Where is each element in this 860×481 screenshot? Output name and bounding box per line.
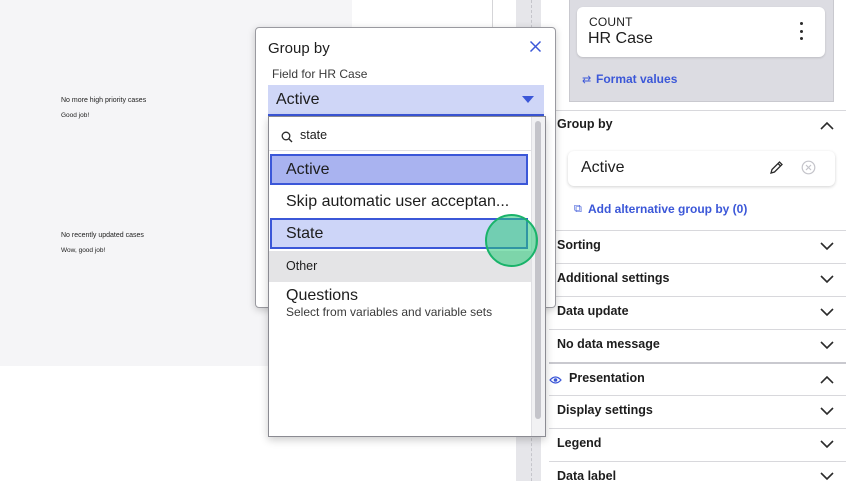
no-data-message-section-title[interactable]: No data message	[557, 337, 660, 351]
chevron-down-icon[interactable]	[820, 308, 834, 318]
widget-empty-title: No recently updated cases	[61, 232, 144, 239]
section-divider	[549, 461, 846, 462]
section-divider	[549, 296, 846, 297]
additional-settings-section-title[interactable]: Additional settings	[557, 271, 670, 285]
widget-empty-title: No more high priority cases	[61, 97, 147, 104]
chevron-down-icon[interactable]	[820, 242, 834, 252]
field-select-value: Active	[276, 91, 320, 108]
section-divider	[549, 230, 846, 231]
dropdown-group-header-label: Other	[286, 259, 318, 273]
chevron-down-icon[interactable]	[820, 472, 834, 481]
dropdown-option-label: Skip automatic user acceptan...	[286, 193, 510, 210]
section-divider	[549, 395, 846, 396]
section-divider	[549, 362, 846, 364]
eye-icon	[549, 372, 562, 390]
section-divider	[549, 263, 846, 264]
clear-circle-icon[interactable]	[801, 160, 816, 180]
kebab-icon[interactable]	[795, 22, 807, 40]
metric-aggregation-label: COUNT	[589, 15, 633, 29]
section-divider	[549, 329, 846, 330]
dropdown-option-label: State	[286, 225, 324, 242]
display-settings-section-title[interactable]: Display settings	[557, 403, 653, 417]
add-alternative-group-by-link[interactable]: Add alternative group by (0)	[588, 202, 747, 216]
field-label: Field for HR Case	[272, 67, 368, 81]
chevron-up-icon[interactable]	[820, 121, 834, 131]
caret-down-icon[interactable]	[522, 96, 534, 103]
dropdown-search-input[interactable]: state	[300, 128, 327, 142]
data-update-section-title[interactable]: Data update	[557, 304, 629, 318]
data-label-section-title[interactable]: Data label	[557, 469, 616, 481]
dropdown-scrollbar-thumb[interactable]	[535, 121, 541, 419]
close-icon[interactable]	[529, 40, 542, 58]
widget-empty-subtitle: Wow, good job!	[61, 247, 106, 254]
add-group-by-icon: ⧉	[574, 203, 582, 215]
chevron-down-icon[interactable]	[820, 440, 834, 450]
cursor-indicator	[485, 214, 538, 267]
widget-empty-subtitle: Good job!	[61, 112, 90, 119]
search-divider	[269, 150, 531, 151]
dropdown-option-description: Select from variables and variable sets	[286, 305, 493, 319]
sorting-section-title[interactable]: Sorting	[557, 238, 601, 252]
section-divider	[549, 110, 846, 111]
pencil-icon[interactable]	[769, 160, 784, 180]
chevron-down-icon[interactable]	[820, 341, 834, 351]
chevron-up-icon[interactable]	[820, 375, 834, 385]
section-divider	[549, 428, 846, 429]
dropdown-option-label: Active	[286, 161, 330, 178]
format-values-link[interactable]: Format values	[596, 72, 677, 86]
group-by-item-label: Active	[581, 159, 625, 176]
dropdown-option-label: Questions	[286, 287, 359, 304]
legend-section-title[interactable]: Legend	[557, 436, 601, 450]
group-by-section-title[interactable]: Group by	[557, 117, 613, 131]
chevron-down-icon[interactable]	[820, 407, 834, 417]
chevron-down-icon[interactable]	[820, 275, 834, 285]
format-values-icon: ⇄	[582, 74, 592, 86]
search-icon	[281, 130, 293, 148]
metric-table-value: HR Case	[588, 30, 653, 47]
modal-title: Group by	[268, 40, 330, 57]
presentation-section-title[interactable]: Presentation	[569, 371, 645, 385]
